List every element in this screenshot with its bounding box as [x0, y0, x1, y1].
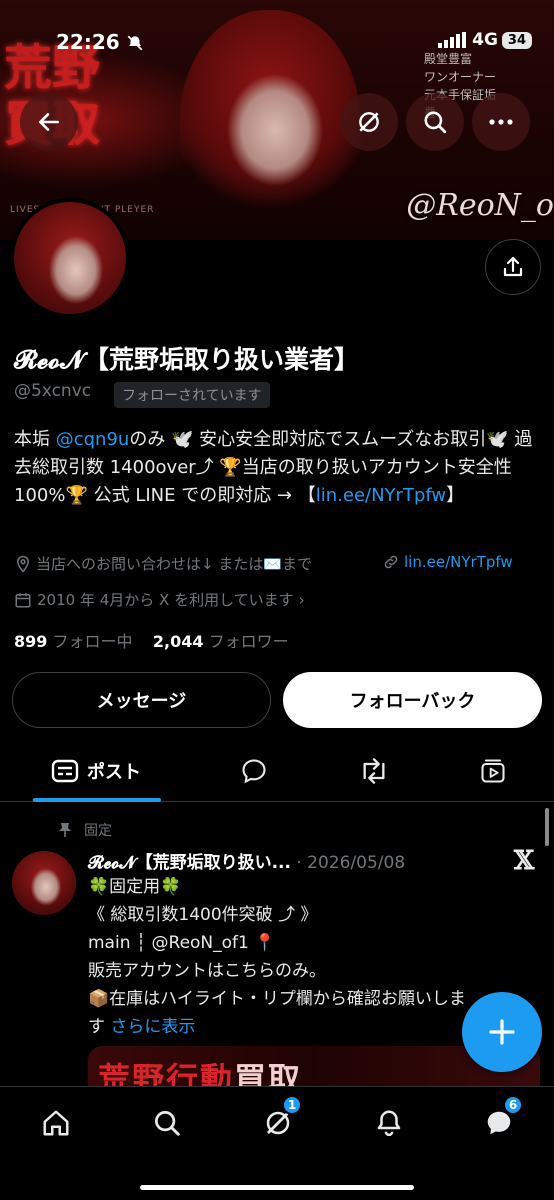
calendar-icon [15, 592, 31, 607]
messages-badge: 6 [503, 1095, 523, 1115]
compose-button[interactable] [462, 992, 542, 1072]
bio-mention-link[interactable]: @cqn9u [56, 429, 130, 450]
search-icon [424, 111, 447, 134]
home-indicator [140, 1185, 414, 1190]
more-button[interactable] [472, 93, 530, 151]
grok-badge: 1 [282, 1095, 302, 1115]
arrow-left-icon [39, 113, 59, 131]
pin-icon [59, 823, 71, 837]
profile-location: 当店へのお問い合わせは↓ または✉️まで [14, 553, 312, 574]
nav-search[interactable] [145, 1101, 189, 1145]
following-link[interactable]: 899 フォロー中 [14, 632, 133, 651]
status-time: 22:26 [56, 30, 120, 54]
banner-artwork [180, 10, 360, 240]
post-author-avatar[interactable] [12, 851, 76, 915]
search-icon [155, 1111, 180, 1136]
follows-you-badge: フォローされています [114, 382, 270, 408]
status-right: 4G 34 [438, 30, 532, 50]
grok-icon [359, 112, 379, 132]
nav-notifications[interactable] [367, 1101, 411, 1145]
link-icon [384, 555, 398, 569]
profile-website[interactable]: lin.ee/NYrTpfw [382, 553, 513, 571]
share-icon [503, 256, 523, 277]
post-header: 𝓡𝓮𝓸𝓝【荒野垢取り扱い... · 2026/05/08 [88, 848, 405, 873]
nav-grok[interactable]: 1 [256, 1095, 302, 1145]
tab-posts[interactable]: ポスト [30, 740, 162, 802]
profile-handle: @5xcnvc [14, 381, 92, 401]
message-button[interactable]: メッセージ [12, 672, 271, 728]
back-button[interactable] [20, 93, 78, 151]
profile-name: 𝓡𝓮𝓸𝓝【荒野垢取り扱い業者】 [14, 345, 359, 374]
home-icon [43, 1110, 69, 1136]
tab-media[interactable] [463, 740, 523, 802]
battery-indicator: 34 [501, 31, 532, 49]
signal-icon [438, 32, 467, 48]
follow-counts: 899 フォロー中 2,044 フォロワー [14, 628, 289, 652]
posts-icon [51, 759, 79, 783]
profile-joined[interactable]: 2010 年 4月から X を利用しています › [14, 589, 305, 610]
nav-messages[interactable]: 6 [477, 1095, 523, 1145]
tab-active-indicator [33, 798, 161, 802]
more-dots-icon [489, 119, 513, 125]
profile-avatar[interactable] [10, 198, 130, 318]
grok-button[interactable] [340, 93, 398, 151]
plus-icon [489, 1019, 515, 1045]
bio-line-link[interactable]: lin.ee/NYrTpfw [316, 485, 446, 506]
post-date: · 2026/05/08 [290, 853, 406, 873]
repost-icon [363, 758, 385, 784]
post-author-name[interactable]: 𝓡𝓮𝓸𝓝【荒野垢取り扱い... [88, 853, 291, 873]
tab-replies[interactable] [224, 740, 284, 802]
network-type: 4G [472, 30, 498, 50]
media-icon [481, 759, 505, 783]
reply-icon [242, 759, 266, 784]
location-pin-icon [16, 555, 30, 573]
show-more-link[interactable]: さらに表示 [110, 1017, 195, 1037]
bell-muted-icon [127, 35, 143, 51]
search-button[interactable] [406, 93, 464, 151]
x-logo-icon[interactable]: 𝕏 [514, 846, 534, 876]
bell-icon [377, 1110, 401, 1137]
profile-bio: 本垢 @cqn9uのみ 🕊️ 安心安全即対応でスムーズなお取引🕊️ 過去総取引数… [14, 429, 533, 506]
chevron-right-icon: › [298, 590, 305, 609]
followers-link[interactable]: 2,044 フォロワー [153, 632, 289, 651]
tab-reposts[interactable] [344, 740, 404, 802]
profile-tabs: ポスト [0, 740, 554, 802]
pinned-label: 固定 [58, 820, 112, 840]
bottom-nav: 1 6 [0, 1086, 554, 1200]
share-button[interactable] [485, 239, 541, 295]
follow-back-button[interactable]: フォローバック [283, 672, 542, 728]
banner-handle: @ReoN_o [406, 188, 554, 223]
scrollbar[interactable] [545, 808, 549, 846]
nav-home[interactable] [34, 1101, 78, 1145]
